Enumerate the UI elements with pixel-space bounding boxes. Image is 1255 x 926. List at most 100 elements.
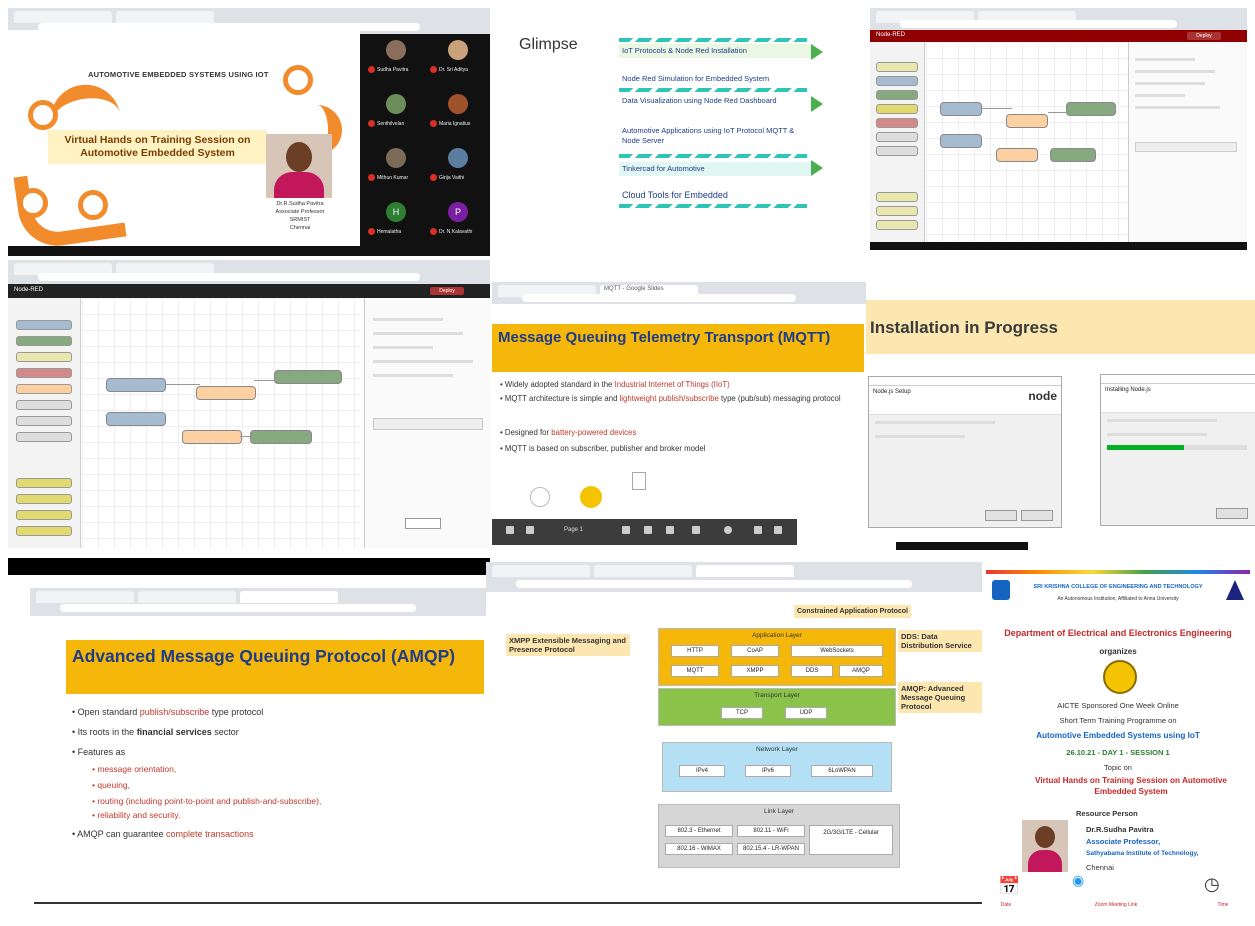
palette-node[interactable] [16, 400, 72, 410]
prev-icon[interactable] [506, 526, 514, 534]
palette-node[interactable] [876, 62, 918, 72]
date-label: Date [1000, 902, 1012, 908]
person-name: Dr.R.Sudha Pavitra [1086, 825, 1154, 834]
flow-node[interactable] [196, 386, 256, 400]
back-button[interactable] [985, 510, 1017, 521]
flow-node[interactable] [106, 412, 166, 426]
slide-banner-title: AUTOMOTIVE EMBEDDED SYSTEMS USING IOT [88, 70, 269, 79]
participant-tile[interactable]: Mithun Kumar [368, 144, 426, 192]
sub-bullet: • message orientation, [92, 764, 177, 774]
bullet: • Its roots in the financial services se… [72, 727, 239, 737]
palette-node[interactable] [876, 220, 918, 230]
browser-tab[interactable] [138, 591, 236, 603]
nodered-panel-a: Node-RED Deploy [870, 8, 1247, 256]
palette-node[interactable] [876, 146, 918, 156]
palette-node[interactable] [16, 368, 72, 378]
participant-tile[interactable]: Dr. Sri Aditya [430, 36, 488, 84]
person-city: Chennai [1086, 863, 1114, 872]
address-bar[interactable] [38, 273, 420, 281]
glimpse-title: Glimpse [519, 36, 578, 53]
more-icon[interactable] [774, 526, 782, 534]
address-bar[interactable] [60, 604, 416, 612]
palette-node[interactable] [16, 336, 72, 346]
palette-node[interactable] [876, 132, 918, 142]
flow-node[interactable] [1050, 148, 1096, 162]
palette-node[interactable] [876, 206, 918, 216]
fullscreen-icon[interactable] [754, 526, 762, 534]
participant-tile[interactable]: P Dr. N.Kalavathi [430, 198, 488, 246]
bullet: • Designed for battery-powered devices [500, 428, 637, 437]
address-bar[interactable] [516, 580, 912, 588]
deploy-button[interactable]: Deploy [1187, 32, 1221, 40]
browser-tab[interactable] [492, 565, 590, 577]
palette-node[interactable] [876, 192, 918, 202]
flow-node[interactable] [1066, 102, 1116, 116]
participant-name: Senthilvelan [377, 120, 405, 127]
flow-node[interactable] [996, 148, 1038, 162]
palette-node[interactable] [16, 320, 72, 330]
flow-node[interactable] [940, 102, 982, 116]
robot-joint-icon [78, 190, 108, 220]
browser-chrome [870, 8, 1247, 30]
done-button[interactable] [405, 518, 441, 529]
pointer-icon[interactable] [692, 526, 700, 534]
participant-tile[interactable]: Maria Ignatius [430, 90, 488, 138]
browser-tab[interactable] [240, 591, 338, 603]
palette-node[interactable] [16, 352, 72, 362]
flow-node[interactable] [1006, 114, 1048, 128]
next-icon[interactable] [526, 526, 534, 534]
palette-node[interactable] [876, 90, 918, 100]
palette-node[interactable] [16, 526, 72, 536]
browser-tab[interactable] [696, 565, 794, 577]
flow-node[interactable] [940, 134, 982, 148]
protocol-cell: XMPP [731, 665, 779, 677]
protocol-cell: IPv4 [679, 765, 725, 777]
flow-node[interactable] [274, 370, 342, 384]
palette-node[interactable] [16, 510, 72, 520]
divider-stripe [619, 204, 807, 208]
browser-tab[interactable] [14, 11, 112, 23]
record-icon[interactable] [724, 526, 732, 534]
glimpse-panel: Glimpse IoT Protocols & Node Red Install… [497, 8, 865, 256]
protocol-cell: 802.16 - WiMAX [665, 843, 733, 855]
cancel-button[interactable] [1216, 508, 1248, 519]
next-button[interactable] [1021, 510, 1053, 521]
palette-node[interactable] [16, 478, 72, 488]
participant-tile[interactable]: Sudha Pavitra [368, 36, 426, 84]
protocol-cell: AMQP [839, 665, 883, 677]
flow-canvas[interactable] [926, 42, 1126, 242]
palette-node[interactable] [876, 118, 918, 128]
palette-node[interactable] [16, 432, 72, 442]
flow-node[interactable] [106, 378, 166, 392]
divider-rule [34, 902, 486, 904]
arrow-icon [811, 160, 823, 176]
flow-node[interactable] [250, 430, 312, 444]
pen-icon[interactable] [622, 526, 630, 534]
palette-node[interactable] [16, 384, 72, 394]
browser-tab[interactable] [116, 11, 214, 23]
eraser-icon[interactable] [666, 526, 674, 534]
palette-node[interactable] [16, 494, 72, 504]
participant-tile[interactable]: H Hemalatha [368, 198, 426, 246]
palette-node[interactable] [16, 416, 72, 426]
divider-stripe [619, 38, 807, 42]
flow-node[interactable] [182, 430, 242, 444]
browser-tab[interactable] [36, 591, 134, 603]
highlight-icon[interactable] [644, 526, 652, 534]
zoom-link[interactable]: Zoom Meeting Link [1046, 900, 1186, 911]
install-panel: Installation in Progress Node.js Setup no… [866, 286, 1255, 552]
flow-canvas[interactable] [82, 298, 360, 548]
protocol-cell: 802.15.4 - LR-WPAN [737, 843, 805, 855]
deploy-button[interactable]: Deploy [430, 287, 464, 295]
glimpse-item: Node Red Simulation for Embedded System [622, 74, 770, 83]
install-title: Installation in Progress [870, 318, 1058, 337]
participant-tile[interactable]: Girija Vaithi [430, 144, 488, 192]
browser-tab[interactable] [594, 565, 692, 577]
browser-chrome: MQTT - Google Slides [492, 282, 866, 304]
address-bar[interactable] [900, 20, 1177, 28]
palette-node[interactable] [876, 76, 918, 86]
bullet: • MQTT architecture is simple and lightw… [500, 394, 841, 403]
address-bar[interactable] [522, 294, 796, 302]
palette-node[interactable] [876, 104, 918, 114]
participant-tile[interactable]: Senthilvelan [368, 90, 426, 138]
